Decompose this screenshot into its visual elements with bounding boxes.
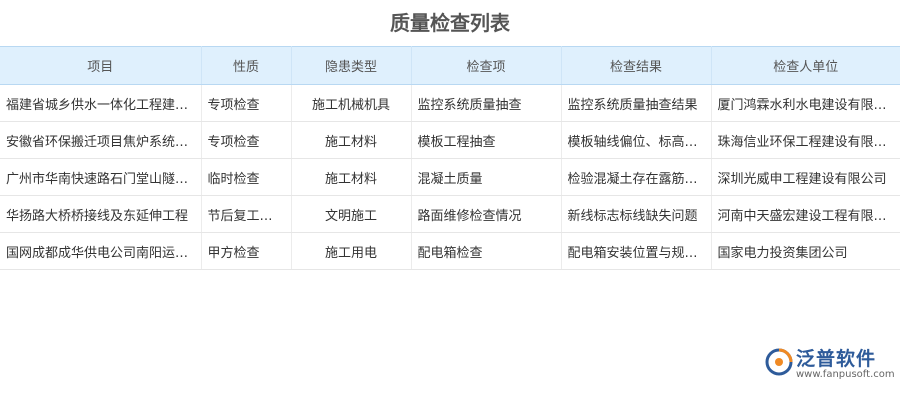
inspector-unit-link[interactable]: 珠海信业环保工程建设有限公司 <box>711 121 900 159</box>
check-item-cell: 模板工程抽查 <box>411 121 562 159</box>
inspector-unit-link[interactable]: 厦门鸿霖水利水电建设有限公司 <box>711 84 900 122</box>
project-link[interactable]: 广州市华南快速路石门堂山隧道工程 <box>0 158 202 196</box>
brand-logo: 泛普软件 www.fanpusoft.com <box>764 344 895 386</box>
column-header-hazard-type[interactable]: 隐患类型 <box>291 46 412 85</box>
check-result-cell: 模板轴线偏位、标高偏差 <box>561 121 712 159</box>
quality-check-table: 项目 性质 隐患类型 检查项 检查结果 检查人单位 福建省城乡供水一体化工程建设… <box>0 46 900 270</box>
table-row[interactable]: 华扬路大桥桥接线及东延伸工程 节后复工检查 文明施工 路面维修检查情况 新线标志… <box>0 195 900 233</box>
nature-cell: 节后复工检查 <box>201 195 292 233</box>
check-item-cell: 路面维修检查情况 <box>411 195 562 233</box>
check-result-cell: 检验混凝土存在露筋现象 <box>561 158 712 196</box>
brand-name: 泛普软件 <box>796 348 877 370</box>
check-item-cell: 配电箱检查 <box>411 232 562 270</box>
column-header-check-item[interactable]: 检查项 <box>411 46 562 85</box>
nature-cell: 专项检查 <box>201 121 292 159</box>
check-result-cell: 新线标志标线缺失问题 <box>561 195 712 233</box>
hazard-type-cell: 文明施工 <box>291 195 412 233</box>
hazard-type-cell: 施工用电 <box>291 232 412 270</box>
hazard-type-cell: 施工材料 <box>291 121 412 159</box>
table-row[interactable]: 安徽省环保搬迁项目焦炉系统工程 专项检查 施工材料 模板工程抽查 模板轴线偏位、… <box>0 121 900 159</box>
hazard-type-cell: 施工机械机具 <box>291 84 412 122</box>
check-result-cell: 配电箱安装位置与规范不符 <box>561 232 712 270</box>
fanpu-logo-icon <box>765 348 793 376</box>
hazard-type-cell: 施工材料 <box>291 158 412 196</box>
project-link[interactable]: 华扬路大桥桥接线及东延伸工程 <box>0 195 202 233</box>
table-row[interactable]: 福建省城乡供水一体化工程建设项目 专项检查 施工机械机具 监控系统质量抽查 监控… <box>0 84 900 122</box>
column-header-check-result[interactable]: 检查结果 <box>561 46 712 85</box>
page-title: 质量检查列表 <box>390 11 510 35</box>
check-item-cell: 监控系统质量抽查 <box>411 84 562 122</box>
column-header-inspector-unit[interactable]: 检查人单位 <box>711 46 900 85</box>
brand-url: www.fanpusoft.com <box>796 369 895 380</box>
nature-cell: 甲方检查 <box>201 232 292 270</box>
check-item-cell: 混凝土质量 <box>411 158 562 196</box>
nature-cell: 临时检查 <box>201 158 292 196</box>
project-link[interactable]: 福建省城乡供水一体化工程建设项目 <box>0 84 202 122</box>
table-row[interactable]: 广州市华南快速路石门堂山隧道工程 临时检查 施工材料 混凝土质量 检验混凝土存在… <box>0 158 900 196</box>
table-row[interactable]: 国网成都成华供电公司南阳运维站 甲方检查 施工用电 配电箱检查 配电箱安装位置与… <box>0 232 900 270</box>
column-header-nature[interactable]: 性质 <box>201 46 292 85</box>
project-link[interactable]: 安徽省环保搬迁项目焦炉系统工程 <box>0 121 202 159</box>
project-link[interactable]: 国网成都成华供电公司南阳运维站 <box>0 232 202 270</box>
check-result-cell: 监控系统质量抽查结果 <box>561 84 712 122</box>
inspector-unit-link[interactable]: 国家电力投资集团公司 <box>711 232 900 270</box>
table-header-row: 项目 性质 隐患类型 检查项 检查结果 检查人单位 <box>0 46 900 85</box>
inspector-unit-link[interactable]: 河南中天盛宏建设工程有限公司 <box>711 195 900 233</box>
inspector-unit-link[interactable]: 深圳光威申工程建设有限公司 <box>711 158 900 196</box>
column-header-project[interactable]: 项目 <box>0 46 202 85</box>
nature-cell: 专项检查 <box>201 84 292 122</box>
